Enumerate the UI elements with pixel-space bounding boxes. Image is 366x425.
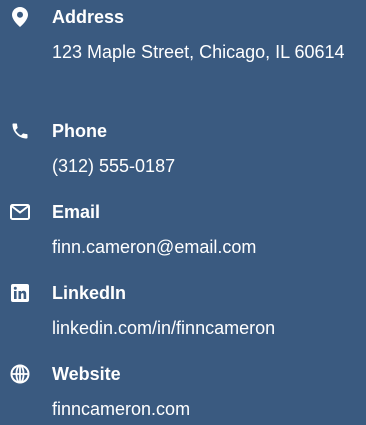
email-label: Email	[52, 202, 101, 222]
website-label: Website	[52, 364, 121, 384]
phone-label: Phone	[52, 121, 108, 141]
address-value: 123 Maple Street, Chicago, IL 60614	[52, 42, 345, 62]
envelope-icon	[8, 202, 32, 222]
email-value: finn.cameron@email.com	[52, 237, 257, 257]
phone-icon	[8, 121, 32, 141]
website-value: finncameron.com	[52, 399, 191, 419]
contact-info-list: Address 123 Maple Street, Chicago, IL 60…	[0, 0, 366, 419]
phone-value: (312) 555-0187	[52, 156, 176, 176]
linkedin-label: LinkedIn	[52, 283, 127, 303]
address-label: Address	[52, 7, 125, 27]
linkedin-value: linkedin.com/in/finncameron	[52, 318, 276, 338]
map-marker-icon	[8, 7, 32, 27]
linkedin-icon	[8, 283, 32, 303]
globe-icon	[8, 364, 32, 384]
